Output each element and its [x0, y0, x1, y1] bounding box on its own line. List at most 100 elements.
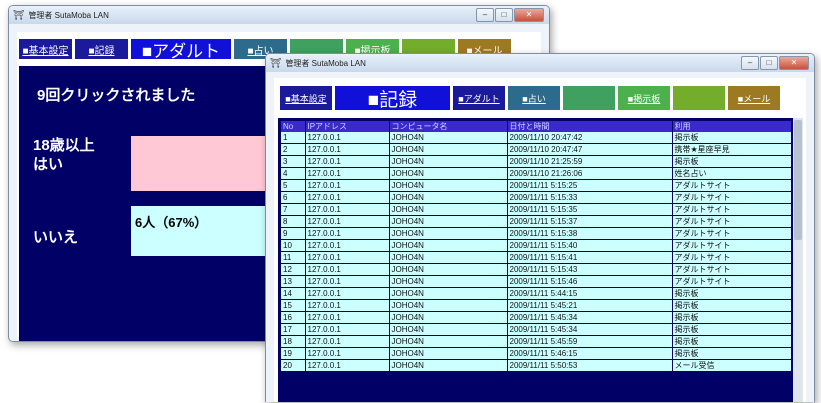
table-cell: 掲示板 — [672, 347, 792, 360]
nav-label: ■基本設定 — [285, 93, 327, 104]
nav-label: ■掲示板 — [627, 93, 661, 104]
window-controls: – □ ✕ — [741, 56, 809, 70]
table-cell: 127.0.0.1 — [305, 323, 390, 336]
table-cell: 2009/11/11 5:50:53 — [507, 359, 673, 372]
table-cell: 掲示板 — [672, 335, 792, 348]
table-cell: 姓名占い — [672, 167, 792, 180]
table-cell: 掲示板 — [672, 287, 792, 300]
nav-adult[interactable]: ■アダルト — [453, 86, 505, 110]
nav-keijiban[interactable]: ■掲示板 — [618, 86, 670, 110]
table-cell: 127.0.0.1 — [305, 275, 390, 288]
table-row: 6 127.0.0.1 JOHO4N 2009/11/11 5:15:33 アダルトサイ… — [281, 191, 792, 204]
table-cell: 127.0.0.1 — [305, 335, 390, 348]
table-cell: 携帯★星座早見 — [672, 143, 792, 156]
table-cell: 127.0.0.1 — [305, 167, 390, 180]
table-cell: 127.0.0.1 — [305, 263, 390, 276]
window-title: 管理者 SutaMoba LAN — [28, 10, 109, 20]
table-cell: 127.0.0.1 — [305, 155, 390, 168]
app-icon: ⛩ — [13, 9, 25, 20]
click-count-message: 9回クリックされました — [37, 87, 196, 104]
maximize-button[interactable]: □ — [760, 56, 778, 70]
nav-uranai[interactable]: ■占い — [508, 86, 560, 110]
nav-label: ■基本設定 — [22, 45, 69, 57]
log-window: ⛩ 管理者 SutaMoba LAN – □ ✕ ■基本設定 ■記録 ■アダルト… — [265, 53, 815, 402]
poll-window-titlebar[interactable]: ⛩ 管理者 SutaMoba LAN – □ ✕ — [9, 6, 549, 24]
nav-blank-1[interactable] — [563, 86, 615, 110]
minimize-button[interactable]: – — [741, 56, 759, 70]
nav-kihon-settei[interactable]: ■基本設定 — [19, 39, 72, 59]
table-cell: JOHO4N — [389, 263, 508, 276]
table-cell: 127.0.0.1 — [305, 143, 390, 156]
table-cell: JOHO4N — [389, 239, 508, 252]
column-header: No — [281, 121, 306, 132]
table-row: 4 127.0.0.1 JOHO4N 2009/11/10 21:26:06 姓名占い — [281, 167, 792, 180]
table-cell: アダルトサイト — [672, 215, 792, 228]
vertical-scrollbar[interactable] — [793, 118, 803, 402]
table-cell: 掲示板 — [672, 311, 792, 324]
scrollbar-thumb[interactable] — [794, 120, 802, 240]
table-cell: JOHO4N — [389, 299, 508, 312]
log-window-titlebar[interactable]: ⛩ 管理者 SutaMoba LAN – □ ✕ — [266, 54, 814, 72]
table-row: 18 127.0.0.1 JOHO4N 2009/11/11 5:45:59 掲示板 — [281, 335, 792, 348]
table-cell: JOHO4N — [389, 287, 508, 300]
table-row: 8 127.0.0.1 JOHO4N 2009/11/11 5:15:37 アダルトサイ… — [281, 215, 792, 228]
nav-adult-active[interactable]: ■アダルト — [131, 39, 231, 59]
maximize-button[interactable]: □ — [495, 8, 513, 22]
table-cell: 2009/11/11 5:15:40 — [507, 239, 673, 252]
nav-mail[interactable]: ■メール — [728, 86, 780, 110]
table-cell: 15 — [281, 299, 306, 312]
no-label: いいえ — [33, 229, 79, 246]
minimize-button[interactable]: – — [476, 8, 494, 22]
close-button[interactable]: ✕ — [779, 56, 809, 70]
table-cell: 18 — [281, 335, 306, 348]
table-cell: アダルトサイト — [672, 251, 792, 264]
nav-label: ■アダルト — [141, 41, 221, 60]
table-cell: 2009/11/11 5:15:25 — [507, 179, 673, 192]
nav-blank-2[interactable] — [673, 86, 725, 110]
table-cell: JOHO4N — [389, 203, 508, 216]
table-cell: 6 — [281, 191, 306, 204]
table-cell: アダルトサイト — [672, 191, 792, 204]
table-cell: 8 — [281, 215, 306, 228]
table-cell: 127.0.0.1 — [305, 203, 390, 216]
nav-label: ■メール — [737, 93, 771, 104]
table-cell: アダルトサイト — [672, 239, 792, 252]
table-cell: 2009/11/11 5:15:38 — [507, 227, 673, 240]
table-row: 11 127.0.0.1 JOHO4N 2009/11/11 5:15:41 アダルトサ… — [281, 251, 792, 264]
table-cell: 2009/11/11 5:15:33 — [507, 191, 673, 204]
table-cell: 2009/11/10 20:47:42 — [507, 132, 673, 144]
table-row: 10 127.0.0.1 JOHO4N 2009/11/11 5:15:40 アダルトサ… — [281, 239, 792, 252]
table-cell: 2 — [281, 143, 306, 156]
nav-kiroku-active[interactable]: ■記録 — [335, 86, 450, 110]
table-cell: 17 — [281, 323, 306, 336]
table-cell: 127.0.0.1 — [305, 359, 390, 372]
table-cell: JOHO4N — [389, 359, 508, 372]
table-cell: JOHO4N — [389, 323, 508, 336]
table-cell: 127.0.0.1 — [305, 179, 390, 192]
table-row: 3 127.0.0.1 JOHO4N 2009/11/10 21:25:59 掲示板 — [281, 155, 792, 168]
table-cell: 2009/11/11 5:45:34 — [507, 311, 673, 324]
table-cell: 2009/11/11 5:15:37 — [507, 215, 673, 228]
table-cell: JOHO4N — [389, 155, 508, 168]
nav-kihon-settei[interactable]: ■基本設定 — [280, 86, 332, 110]
table-cell: 2009/11/11 5:45:34 — [507, 323, 673, 336]
table-cell: 掲示板 — [672, 155, 792, 168]
table-cell: 127.0.0.1 — [305, 227, 390, 240]
table-cell: 掲示板 — [672, 299, 792, 312]
table-row: 1 127.0.0.1 JOHO4N 2009/11/10 20:47:42 掲示板 — [281, 132, 792, 144]
window-controls: – □ ✕ — [476, 8, 544, 22]
nav-menu: ■基本設定 ■記録 ■アダルト ■占い ■掲示板 ■メール — [280, 86, 780, 110]
table-cell: 127.0.0.1 — [305, 287, 390, 300]
yes-result-bar — [131, 136, 266, 191]
nav-kiroku[interactable]: ■記録 — [75, 39, 128, 59]
window-title: 管理者 SutaMoba LAN — [285, 58, 366, 68]
table-cell: 10 — [281, 239, 306, 252]
table-row: 14 127.0.0.1 JOHO4N 2009/11/11 5:44:15 掲示板 — [281, 287, 792, 300]
table-body: 1 127.0.0.1 JOHO4N 2009/11/10 20:47:42 掲示板 2 1… — [281, 132, 792, 372]
table-cell: 13 — [281, 275, 306, 288]
table-cell: 12 — [281, 263, 306, 276]
question-text: 18歳以上 — [33, 137, 95, 154]
table-cell: 127.0.0.1 — [305, 215, 390, 228]
close-button[interactable]: ✕ — [514, 8, 544, 22]
table-cell: 5 — [281, 179, 306, 192]
